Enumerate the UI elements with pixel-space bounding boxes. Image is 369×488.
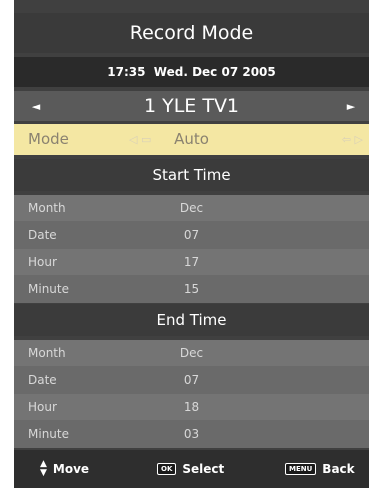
end-time-header: End Time xyxy=(14,304,369,336)
ok-key-icon: OK xyxy=(157,463,177,475)
start-minute-row[interactable]: Minute 15 xyxy=(14,276,369,303)
datetime-bar: 17:35 Wed. Dec 07 2005 xyxy=(14,57,369,87)
mode-selector[interactable]: Mode ◁ ▭ Auto ⇦ ▷ xyxy=(14,124,369,155)
up-down-arrows-icon: ▲ ▼ xyxy=(40,459,47,478)
start-month-value: Dec xyxy=(179,201,204,215)
move-label: Move xyxy=(52,462,90,476)
chevron-left-icon[interactable]: ◄ xyxy=(24,91,48,121)
end-month-row[interactable]: Month Dec xyxy=(14,340,369,367)
menu-key-icon: MENU xyxy=(285,463,317,475)
start-date-value: 07 xyxy=(183,228,200,242)
page-title: Record Mode xyxy=(14,13,369,53)
end-hour-row[interactable]: Hour 18 xyxy=(14,394,369,421)
page-title-text: Record Mode xyxy=(129,22,254,44)
channel-selector[interactable]: ◄ 1 YLE TV1 ► xyxy=(14,91,369,121)
start-date-row[interactable]: Date 07 xyxy=(14,222,369,249)
footer-hints: ▲ ▼ Move OK Select MENU Back xyxy=(14,450,369,488)
start-time-header-text: Start Time xyxy=(152,166,231,184)
end-minute-value: 03 xyxy=(183,427,200,441)
mode-value: Auto xyxy=(174,130,209,148)
end-hour-value: 18 xyxy=(183,400,200,414)
back-hint: MENU Back xyxy=(285,450,355,488)
start-minute-value: 15 xyxy=(183,282,200,296)
channel-name: 1 YLE TV1 xyxy=(143,95,240,117)
start-hour-row[interactable]: Hour 17 xyxy=(14,249,369,276)
datetime-text: 17:35 Wed. Dec 07 2005 xyxy=(107,65,276,79)
end-time-header-text: End Time xyxy=(156,311,227,329)
chevron-right-icon[interactable]: ► xyxy=(339,91,363,121)
end-month-value: Dec xyxy=(179,346,204,360)
back-label: Back xyxy=(322,462,355,476)
move-hint: ▲ ▼ Move xyxy=(40,450,89,488)
end-date-value: 07 xyxy=(183,373,200,387)
end-date-row[interactable]: Date 07 xyxy=(14,367,369,394)
end-minute-row[interactable]: Minute 03 xyxy=(14,421,369,448)
mode-right-arrow-icon[interactable]: ⇦ ▷ xyxy=(342,124,363,155)
select-label: Select xyxy=(182,462,225,476)
start-time-header: Start Time xyxy=(14,159,369,191)
select-hint: OK Select xyxy=(157,450,224,488)
start-hour-value: 17 xyxy=(183,255,200,269)
record-mode-panel: Record Mode 17:35 Wed. Dec 07 2005 ◄ 1 Y… xyxy=(14,0,369,488)
start-month-row[interactable]: Month Dec xyxy=(14,195,369,222)
